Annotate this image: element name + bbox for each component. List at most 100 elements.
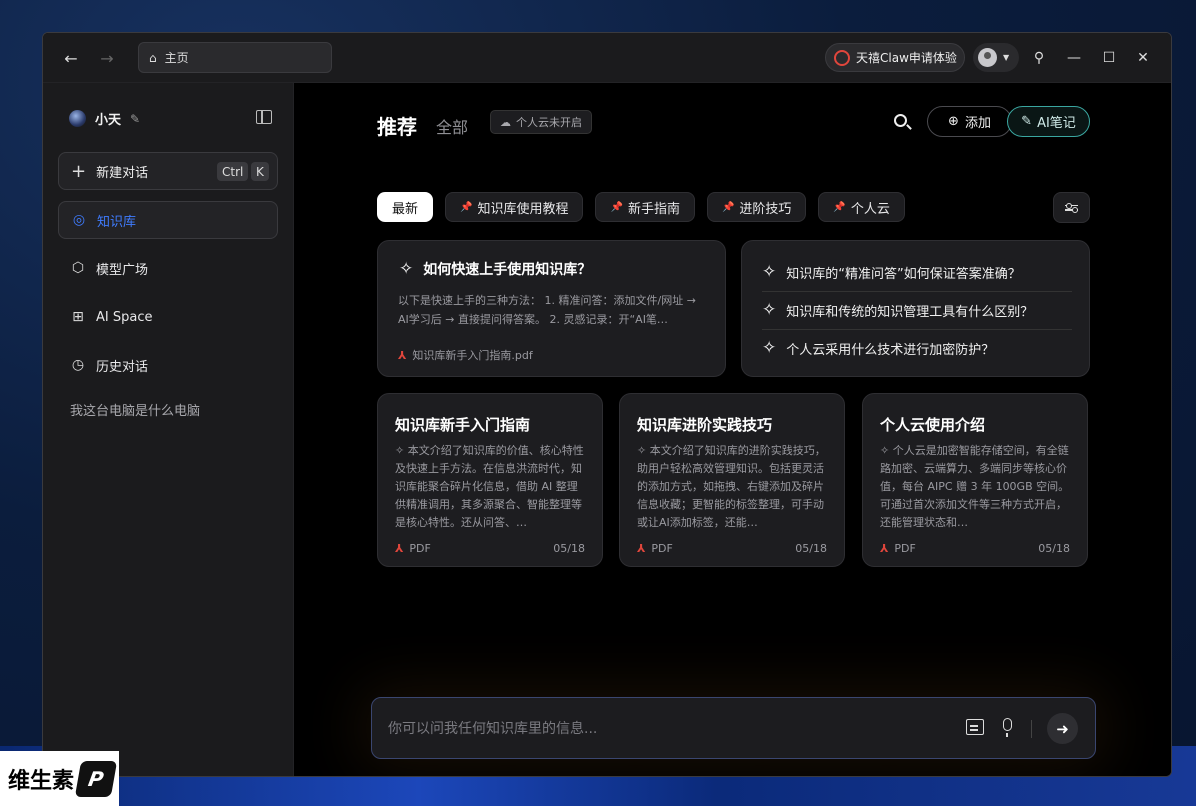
document-type-label: PDF (409, 542, 431, 555)
document-description: ✧ 本文介绍了知识库的进阶实践技巧，助用户轻松高效管理知识。包括更灵活的添加方式… (637, 444, 826, 529)
microphone-icon[interactable] (1003, 718, 1012, 737)
bulb-search-icon: ◎ (72, 212, 86, 228)
feature-card[interactable]: ✧ 如何快速上手使用知识库？ 以下是快速上手的三种方法： 1. 精准问答：添加文… (377, 240, 726, 377)
pin-icon: 📌 (460, 201, 473, 213)
filter-settings-icon[interactable] (1053, 192, 1090, 223)
add-button[interactable]: ⊕ 添加 (927, 106, 1012, 137)
shortcut-k-key: K (251, 162, 269, 181)
app-window: ← → ⌂ 主页 天禧Claw申请体验 ▼ ⚲ — ☐ ✕ 小天 ✎ + 新建对… (42, 32, 1172, 777)
suggested-question[interactable]: ✧ 知识库的“精准问答”如何保证答案准确？ (762, 253, 1072, 291)
chip-label: 新手指南 (627, 201, 680, 217)
address-bar[interactable]: ⌂ 主页 (138, 42, 332, 73)
pdf-icon: ⅄ (880, 542, 889, 555)
new-chat-label: 新建对话 (96, 165, 149, 181)
forward-arrow-icon[interactable]: → (95, 46, 119, 70)
sidebar-item-history[interactable]: ◷ 历史对话 (58, 346, 278, 384)
document-card[interactable]: 知识库新手入门指南 ✧ 本文介绍了知识库的价值、核心特性及快速上手方法。在信息洪… (377, 393, 603, 567)
sidebar-item-label: 模型广场 (96, 262, 149, 278)
history-item[interactable]: 我这台电脑是什么电脑 (70, 400, 200, 419)
feature-card-description: 以下是快速上手的三种方法： 1. 精准问答：添加文件/网址 → AI学习后 → … (398, 294, 696, 326)
feature-card-title: ✧ 如何快速上手使用知识库？ (399, 259, 591, 279)
cloud-status-badge[interactable]: ☁ 个人云未开启 (490, 110, 592, 134)
new-chat-button[interactable]: + 新建对话 Ctrl K (58, 152, 278, 190)
edit-pencil-icon[interactable]: ✎ (130, 112, 140, 126)
promo-label: 天禧Claw申请体验 (856, 51, 957, 65)
filter-chip-beginner[interactable]: 📌 新手指南 (595, 192, 695, 222)
claw-logo-icon (834, 49, 850, 66)
document-type-label: PDF (651, 542, 673, 555)
account-menu[interactable]: ▼ (973, 43, 1019, 72)
title-bar: ← → ⌂ 主页 天禧Claw申请体验 ▼ ⚲ — ☐ ✕ (43, 33, 1171, 83)
send-button[interactable]: ➜ (1047, 713, 1078, 744)
filter-chip-personal-cloud[interactable]: 📌 个人云 (818, 192, 905, 222)
address-text: 主页 (164, 51, 189, 65)
feature-card-file[interactable]: ⅄ 知识库新手入门指南.pdf (398, 347, 533, 363)
pin-icon[interactable]: ⚲ (1027, 46, 1051, 70)
sidebar-item-label: 历史对话 (96, 359, 149, 375)
add-label: 添加 (964, 116, 991, 131)
document-upload-icon[interactable] (966, 719, 984, 735)
document-card[interactable]: 知识库进阶实践技巧 ✧ 本文介绍了知识库的进阶实践技巧，助用户轻松高效管理知识。… (619, 393, 845, 567)
document-date: 05/18 (553, 542, 585, 555)
pdf-icon: ⅄ (395, 542, 404, 555)
suggested-questions-card: ✧ 知识库的“精准问答”如何保证答案准确？ ✧ 知识库和传统的知识管理工具有什么… (741, 240, 1090, 377)
user-avatar (69, 110, 86, 127)
pdf-icon: ⅄ (637, 542, 646, 555)
sidebar-item-label: 知识库 (97, 214, 137, 230)
document-title: 知识库进阶实践技巧 (637, 416, 773, 434)
sparkle-icon: ✧ (762, 338, 777, 358)
maximize-button[interactable]: ☐ (1097, 46, 1121, 70)
claw-promo-button[interactable]: 天禧Claw申请体验 (825, 43, 965, 72)
plus-circle-icon: ⊕ (948, 114, 959, 129)
chat-input[interactable] (388, 716, 928, 742)
document-title: 个人云使用介绍 (880, 416, 986, 434)
pin-icon: 📌 (721, 201, 735, 213)
tab-recommend[interactable]: 推荐 (377, 111, 417, 140)
sidebar-item-knowledge-base[interactable]: ◎ 知识库 (58, 201, 278, 239)
back-arrow-icon[interactable]: ← (59, 46, 83, 70)
sidebar: 小天 ✎ + 新建对话 Ctrl K ◎ 知识库 ⬡ 模型广场 ⊞ AI Spa… (43, 83, 294, 776)
filter-chip-advanced[interactable]: 📌 进阶技巧 (706, 192, 807, 222)
minimize-button[interactable]: — (1062, 46, 1086, 70)
sidebar-item-model-plaza[interactable]: ⬡ 模型广场 (58, 249, 278, 287)
document-type: ⅄ PDF (637, 542, 673, 555)
suggested-question[interactable]: ✧ 个人云采用什么技术进行加密防护？ (762, 329, 1072, 367)
pdf-icon: ⅄ (398, 348, 407, 362)
home-icon: ⌂ (149, 50, 157, 65)
tab-all[interactable]: 全部 (436, 114, 468, 138)
document-title: 知识库新手入门指南 (395, 416, 531, 434)
document-description: ✧ 个人云是加密智能存储空间，有全链路加密、云端算力、多端同步等核心价值，每台 … (880, 444, 1070, 529)
chip-label: 进阶技巧 (739, 201, 792, 217)
file-name: 知识库新手入门指南.pdf (412, 349, 533, 362)
clock-icon: ◷ (71, 357, 85, 373)
question-text: 个人云采用什么技术进行加密防护？ (786, 343, 995, 358)
feature-title-text: 如何快速上手使用知识库？ (423, 262, 592, 278)
cube-icon: ⬡ (71, 260, 85, 276)
sidebar-toggle-icon[interactable] (256, 110, 272, 124)
document-type: ⅄ PDF (880, 542, 916, 555)
sidebar-item-ai-space[interactable]: ⊞ AI Space (58, 298, 278, 336)
document-date: 05/18 (1038, 542, 1070, 555)
watermark-mark: P (74, 760, 118, 797)
sidebar-item-label: AI Space (96, 309, 153, 325)
cloud-status-label: 个人云未开启 (516, 116, 582, 129)
user-name: 小天 (95, 113, 122, 128)
chip-label: 个人云 (850, 201, 890, 217)
filter-chip-tutorial[interactable]: 📌 知识库使用教程 (445, 192, 584, 222)
search-icon[interactable] (892, 112, 914, 134)
chat-input-box: ➜ (371, 697, 1096, 759)
main-content: 推荐 全部 ☁ 个人云未开启 ⊕ 添加 ✎ AI笔记 最新 📌 知识库使用教程 📌… (294, 83, 1171, 776)
sparkle-icon: ✧ (762, 261, 777, 282)
watermark-logo: 维生素 P (0, 751, 119, 806)
watermark-text: 维生素 (8, 768, 75, 794)
sparkle-icon: ✧ (399, 258, 414, 279)
filter-chips: 最新 📌 知识库使用教程 📌 新手指南 📌 进阶技巧 📌 个人云 (377, 192, 905, 222)
close-button[interactable]: ✕ (1131, 46, 1155, 70)
document-card[interactable]: 个人云使用介绍 ✧ 个人云是加密智能存储空间，有全链路加密、云端算力、多端同步等… (862, 393, 1088, 567)
user-profile[interactable]: 小天 ✎ (69, 109, 140, 128)
ai-note-button[interactable]: ✎ AI笔记 (1007, 106, 1090, 137)
suggested-question[interactable]: ✧ 知识库和传统的知识管理工具有什么区别？ (762, 291, 1072, 329)
filter-chip-latest[interactable]: 最新 (377, 192, 434, 222)
cloud-off-icon: ☁ (500, 115, 511, 129)
ai-note-label: AI笔记 (1037, 116, 1076, 131)
